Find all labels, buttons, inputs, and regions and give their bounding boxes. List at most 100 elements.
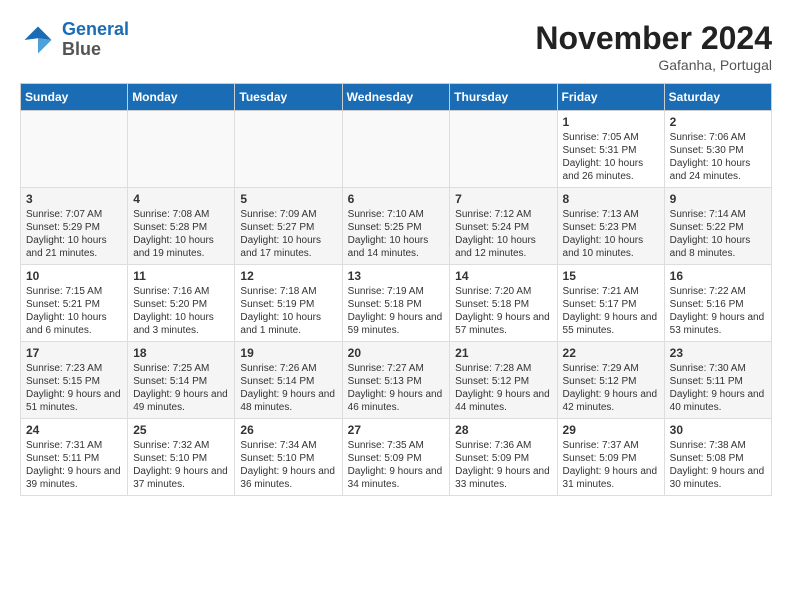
day-number: 3: [26, 192, 122, 206]
day-info: Daylight: 9 hours and 49 minutes.: [133, 388, 229, 414]
calendar-cell: 29Sunrise: 7:37 AMSunset: 5:09 PMDayligh…: [557, 419, 664, 496]
day-info: Daylight: 9 hours and 34 minutes.: [348, 465, 445, 491]
day-info: Sunset: 5:30 PM: [670, 144, 766, 157]
day-info: Daylight: 10 hours and 6 minutes.: [26, 311, 122, 337]
calendar-cell: 7Sunrise: 7:12 AMSunset: 5:24 PMDaylight…: [450, 188, 557, 265]
day-number: 15: [563, 269, 659, 283]
day-info: Sunset: 5:13 PM: [348, 375, 445, 388]
day-info: Sunset: 5:21 PM: [26, 298, 122, 311]
day-number: 23: [670, 346, 766, 360]
day-info: Daylight: 9 hours and 42 minutes.: [563, 388, 659, 414]
calendar-cell: [128, 111, 235, 188]
day-number: 20: [348, 346, 445, 360]
weekday-header: Wednesday: [342, 84, 450, 111]
calendar-cell: 19Sunrise: 7:26 AMSunset: 5:14 PMDayligh…: [235, 342, 342, 419]
day-number: 14: [455, 269, 551, 283]
day-number: 25: [133, 423, 229, 437]
day-info: Daylight: 9 hours and 40 minutes.: [670, 388, 766, 414]
calendar-cell: 20 Sunrise: 7:27 AMSunset: 5:13 PMDayligh…: [342, 342, 450, 419]
day-info: Sunset: 5:25 PM: [348, 221, 445, 234]
page-header: General Blue November 2024 Gafanha, Port…: [20, 20, 772, 73]
day-info: Sunset: 5:24 PM: [455, 221, 551, 234]
day-info: Sunrise: 7:35 AM: [348, 439, 445, 452]
day-number: 10: [26, 269, 122, 283]
calendar-cell: 2Sunrise: 7:06 AMSunset: 5:30 PMDaylight…: [664, 111, 771, 188]
day-info: Daylight: 9 hours and 46 minutes.: [348, 388, 445, 414]
day-info: Sunrise: 7:37 AM: [563, 439, 659, 452]
day-info: Sunset: 5:29 PM: [26, 221, 122, 234]
day-info: Daylight: 10 hours and 10 minutes.: [563, 234, 659, 260]
day-info: Sunset: 5:12 PM: [563, 375, 659, 388]
day-info: Sunset: 5:11 PM: [670, 375, 766, 388]
day-info: Daylight: 9 hours and 51 minutes.: [26, 388, 122, 414]
title-block: November 2024 Gafanha, Portugal: [535, 20, 772, 73]
day-info: Sunrise: 7:15 AM: [26, 285, 122, 298]
day-info: Sunrise: 7:21 AM: [563, 285, 659, 298]
day-number: 13: [348, 269, 445, 283]
logo-text: General Blue: [62, 20, 129, 60]
day-info: Sunrise: 7:30 AM: [670, 362, 766, 375]
day-info: Sunset: 5:12 PM: [455, 375, 551, 388]
calendar-cell: 21Sunrise: 7:28 AMSunset: 5:12 PMDayligh…: [450, 342, 557, 419]
day-info: Sunset: 5:28 PM: [133, 221, 229, 234]
day-info: Daylight: 10 hours and 17 minutes.: [240, 234, 336, 260]
day-number: 24: [26, 423, 122, 437]
day-number: 21: [455, 346, 551, 360]
day-info: Sunset: 5:27 PM: [240, 221, 336, 234]
calendar-cell: 6Sunrise: 7:10 AMSunset: 5:25 PMDaylight…: [342, 188, 450, 265]
day-info: Sunrise: 7:34 AM: [240, 439, 336, 452]
calendar-cell: [21, 111, 128, 188]
day-number: 29: [563, 423, 659, 437]
day-info: Daylight: 10 hours and 14 minutes.: [348, 234, 445, 260]
calendar-cell: [342, 111, 450, 188]
day-info: Daylight: 10 hours and 12 minutes.: [455, 234, 551, 260]
calendar-cell: 8Sunrise: 7:13 AMSunset: 5:23 PMDaylight…: [557, 188, 664, 265]
day-info: Sunrise: 7:14 AM: [670, 208, 766, 221]
day-number: 4: [133, 192, 229, 206]
day-info: Sunset: 5:18 PM: [455, 298, 551, 311]
day-info: Sunset: 5:11 PM: [26, 452, 122, 465]
calendar-cell: 12Sunrise: 7:18 AMSunset: 5:19 PMDayligh…: [235, 265, 342, 342]
calendar-cell: [450, 111, 557, 188]
day-info: Daylight: 9 hours and 53 minutes.: [670, 311, 766, 337]
day-info: Sunset: 5:08 PM: [670, 452, 766, 465]
day-info: Sunrise: 7:29 AM: [563, 362, 659, 375]
day-info: Sunrise: 7:10 AM: [348, 208, 445, 221]
day-number: 2: [670, 115, 766, 129]
day-info: Sunset: 5:14 PM: [133, 375, 229, 388]
day-number: 18: [133, 346, 229, 360]
location: Gafanha, Portugal: [535, 57, 772, 73]
logo-icon: [20, 22, 56, 58]
day-info: Sunset: 5:22 PM: [670, 221, 766, 234]
day-info: Sunrise: 7:23 AM: [26, 362, 122, 375]
day-info: Daylight: 9 hours and 31 minutes.: [563, 465, 659, 491]
day-info: Sunrise: 7:22 AM: [670, 285, 766, 298]
day-info: Daylight: 10 hours and 1 minute.: [240, 311, 336, 337]
day-number: 28: [455, 423, 551, 437]
calendar-cell: 13Sunrise: 7:19 AMSunset: 5:18 PMDayligh…: [342, 265, 450, 342]
day-info: Daylight: 9 hours and 36 minutes.: [240, 465, 336, 491]
day-info: Daylight: 9 hours and 44 minutes.: [455, 388, 551, 414]
calendar-cell: 26Sunrise: 7:34 AMSunset: 5:10 PMDayligh…: [235, 419, 342, 496]
calendar-cell: 15Sunrise: 7:21 AMSunset: 5:17 PMDayligh…: [557, 265, 664, 342]
day-info: Sunset: 5:15 PM: [26, 375, 122, 388]
calendar-cell: 28Sunrise: 7:36 AMSunset: 5:09 PMDayligh…: [450, 419, 557, 496]
day-info: Sunrise: 7:16 AM: [133, 285, 229, 298]
day-info: Sunrise: 7:07 AM: [26, 208, 122, 221]
day-info: Daylight: 10 hours and 19 minutes.: [133, 234, 229, 260]
day-info: Sunset: 5:18 PM: [348, 298, 445, 311]
day-info: Sunset: 5:14 PM: [240, 375, 336, 388]
calendar-cell: 14Sunrise: 7:20 AMSunset: 5:18 PMDayligh…: [450, 265, 557, 342]
day-info: Sunset: 5:10 PM: [240, 452, 336, 465]
calendar-cell: 11Sunrise: 7:16 AMSunset: 5:20 PMDayligh…: [128, 265, 235, 342]
day-info: Sunrise: 7:27 AM: [348, 362, 445, 375]
weekday-header: Friday: [557, 84, 664, 111]
day-info: Daylight: 10 hours and 21 minutes.: [26, 234, 122, 260]
day-info: Sunrise: 7:09 AM: [240, 208, 336, 221]
day-number: 16: [670, 269, 766, 283]
calendar-cell: 5Sunrise: 7:09 AMSunset: 5:27 PMDaylight…: [235, 188, 342, 265]
day-info: Sunrise: 7:18 AM: [240, 285, 336, 298]
day-number: 8: [563, 192, 659, 206]
day-info: Sunset: 5:20 PM: [133, 298, 229, 311]
day-info: Sunset: 5:10 PM: [133, 452, 229, 465]
